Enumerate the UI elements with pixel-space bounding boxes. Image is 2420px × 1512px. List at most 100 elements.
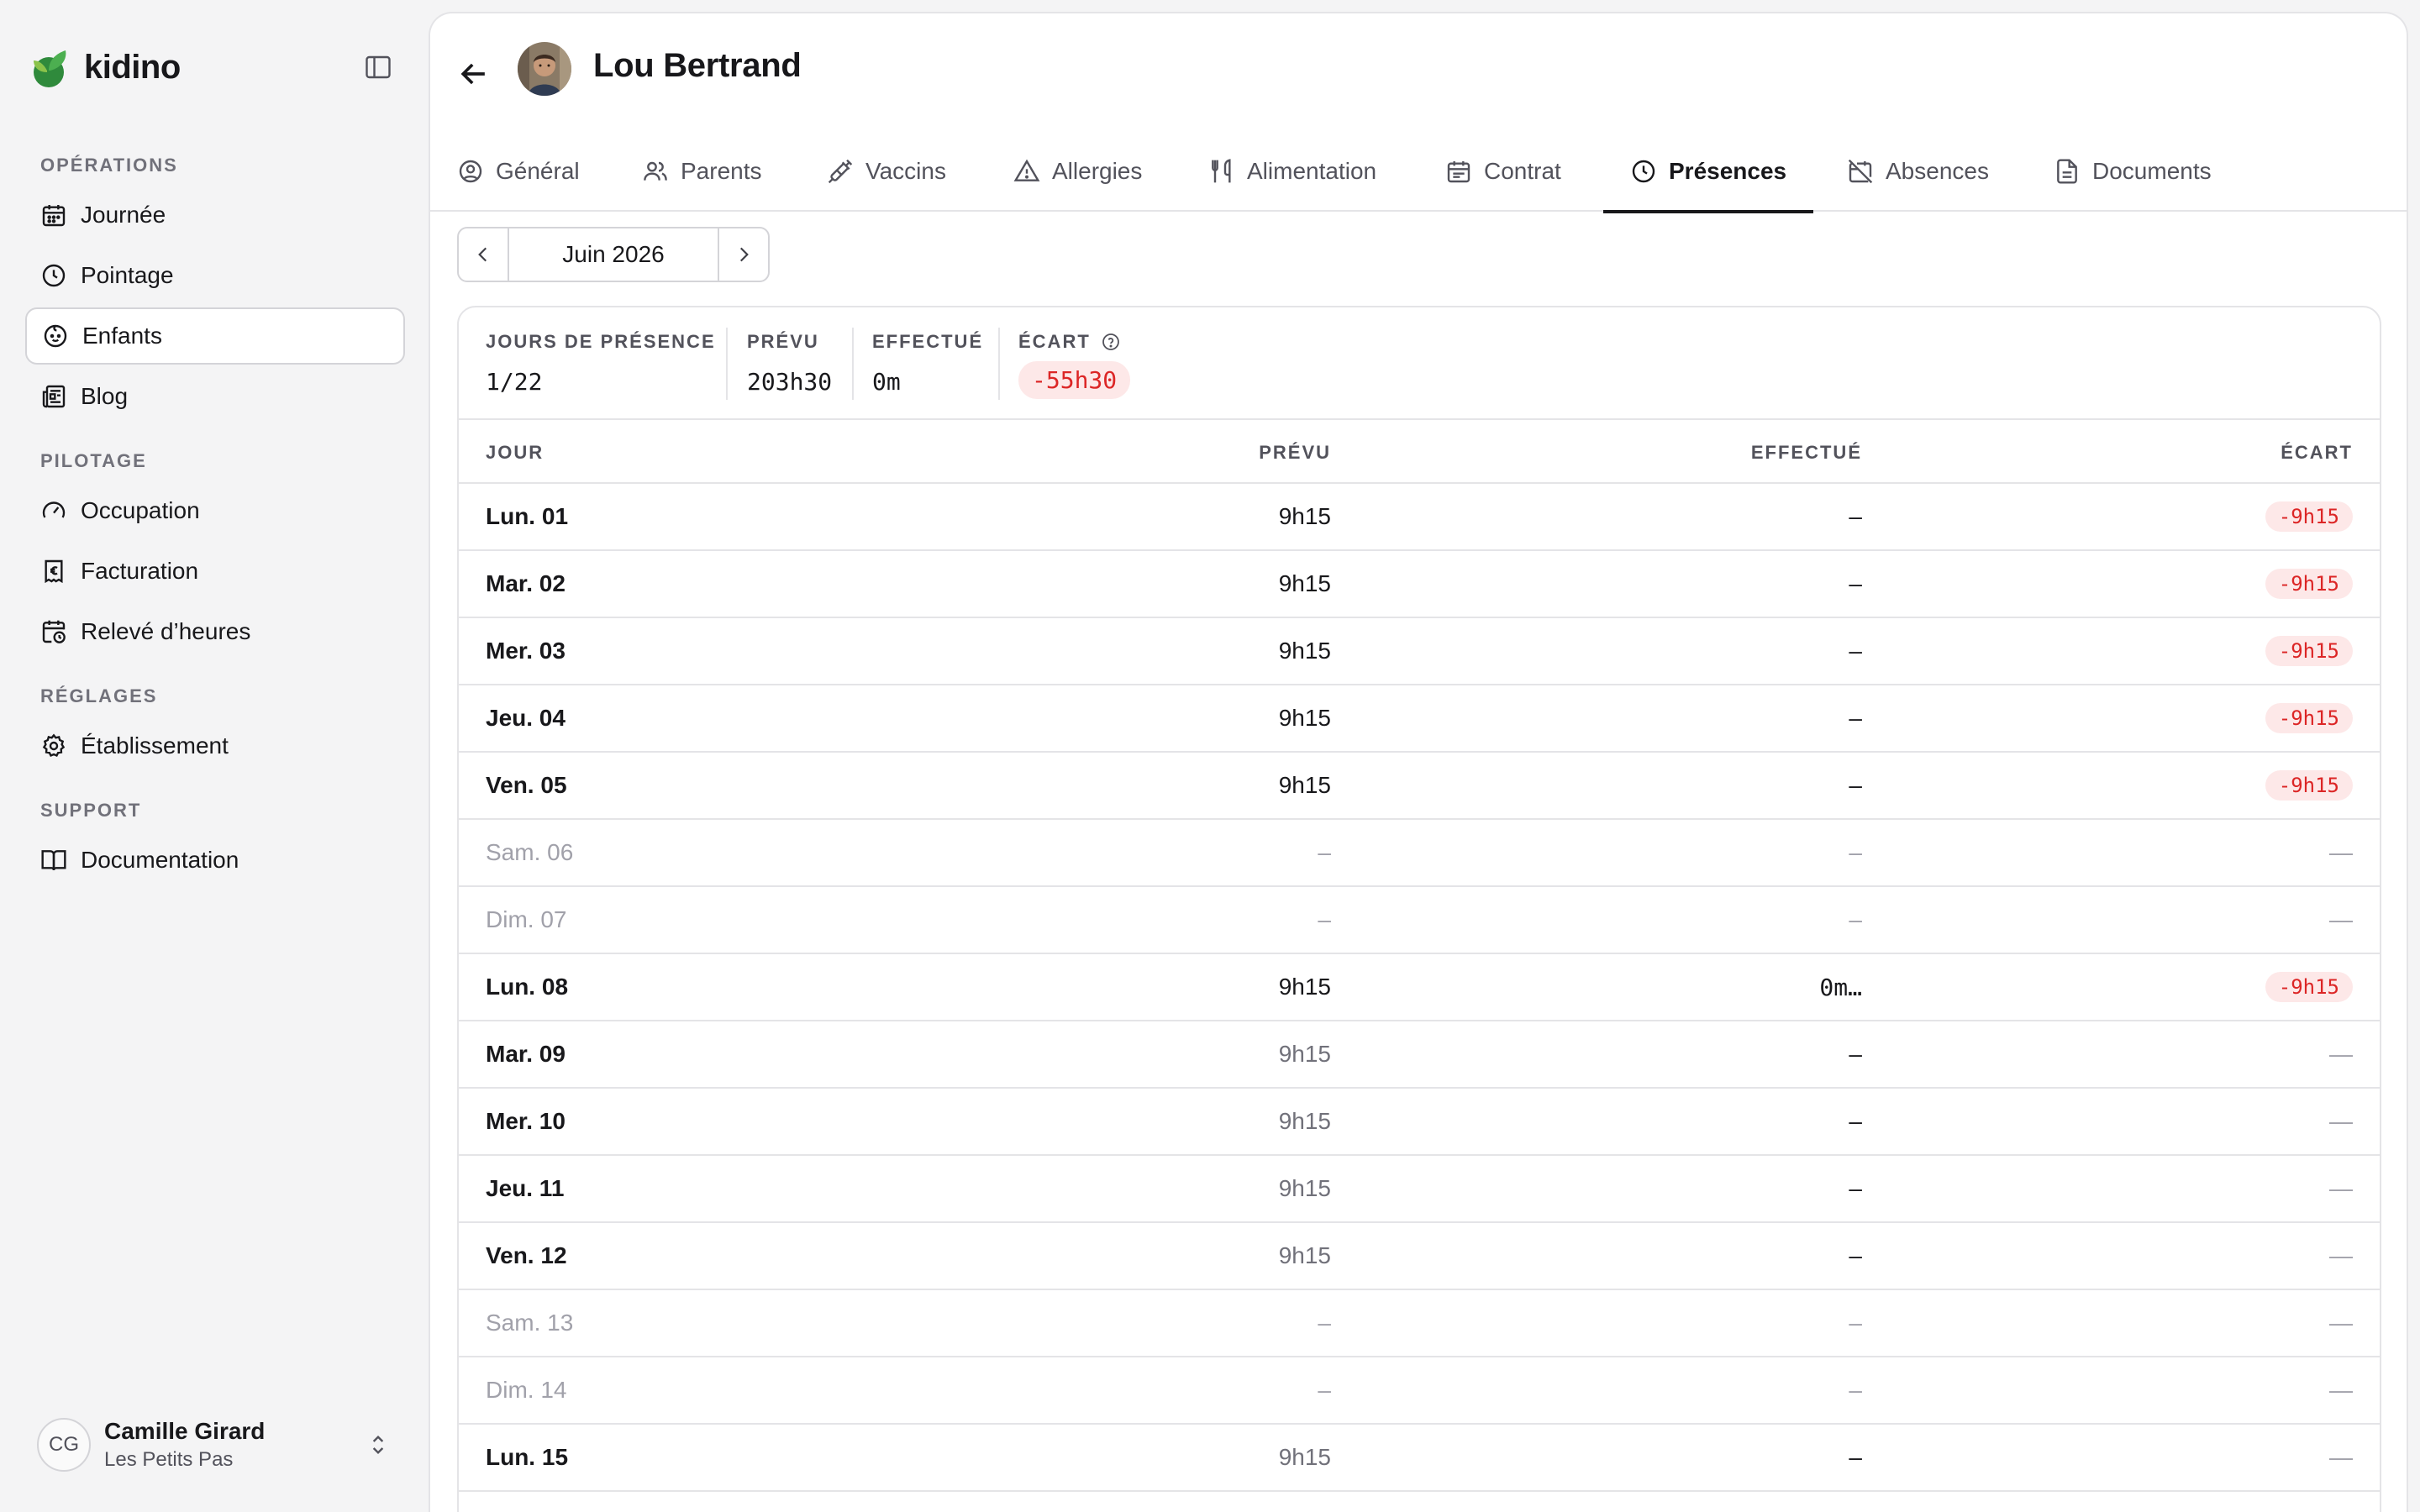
tab-label: Absences — [1886, 158, 1989, 184]
tab-parents[interactable]: Parents — [642, 131, 762, 212]
cell-ecart-text: — — [2329, 906, 2353, 932]
sidebar-item-etablissement[interactable]: Établissement — [25, 717, 405, 774]
table-row[interactable]: Jeu. 04 9h15 – -9h15 — [459, 685, 2380, 753]
cell-prevu: 9h15 — [1279, 753, 1331, 818]
table-row[interactable]: Dim. 07 – – — — [459, 887, 2380, 954]
table-row[interactable]: Sam. 06 – – — — [459, 820, 2380, 887]
column-header-prevu: PRÉVU — [1259, 442, 1331, 463]
table-row[interactable]: Mer. 03 9h15 – -9h15 — [459, 618, 2380, 685]
cell-day: Mer. 03 — [486, 618, 566, 684]
stat-label: PRÉVU — [747, 331, 819, 352]
next-month-button[interactable] — [719, 228, 768, 281]
sidebar-item-releve-heures[interactable]: Relevé d’heures — [25, 603, 405, 660]
cell-prevu-text: – — [1318, 906, 1331, 932]
table-row[interactable]: Dim. 14 – – — — [459, 1357, 2380, 1425]
previous-month-button[interactable] — [459, 228, 508, 281]
tab-documents[interactable]: Documents — [2054, 131, 2212, 212]
cell-day-text: Mer. 03 — [486, 638, 566, 664]
negative-badge: -9h15 — [2265, 972, 2353, 1002]
sidebar-item-label: Facturation — [81, 558, 199, 584]
table-row[interactable]: Lun. 15 9h15 – — — [459, 1425, 2380, 1492]
table-row[interactable]: Mar. 09 9h15 – — — [459, 1021, 2380, 1089]
cell-prevu: 9h15 — [1279, 1089, 1331, 1154]
table-row[interactable]: Lun. 01 9h15 – -9h15 — [459, 484, 2380, 551]
sidebar-item-pointage[interactable]: Pointage — [25, 247, 405, 304]
back-arrow-icon[interactable] — [455, 55, 492, 92]
table-row[interactable]: Ven. 12 9h15 – — — [459, 1223, 2380, 1290]
tab-vaccins[interactable]: Vaccins — [827, 131, 946, 212]
section-title-reglages: RÉGLAGES — [40, 685, 158, 706]
cell-day: Sam. 06 — [486, 820, 573, 885]
help-circle-icon[interactable] — [1101, 332, 1121, 352]
users-icon — [644, 161, 667, 181]
table-row[interactable] — [459, 1492, 2380, 1512]
cell-prevu: 9h15 — [1279, 1156, 1331, 1221]
stats-summary: JOURS DE PRÉSENCE 1/22 PRÉVU 203h30 EFFE… — [459, 307, 2380, 420]
cell-effectue: – — [1849, 1357, 1862, 1423]
cell-prevu-text: 9h15 — [1278, 974, 1331, 1000]
tab-label: Alimentation — [1247, 158, 1377, 184]
tab-absences[interactable]: Absences — [1847, 131, 1989, 212]
clock-icon — [42, 264, 66, 287]
cell-ecart: — — [2329, 1223, 2353, 1289]
cell-prevu: 9h15 — [1279, 551, 1331, 617]
user-circle-icon — [459, 160, 482, 183]
cell-day-text: Mar. 09 — [486, 1041, 566, 1067]
cell-effectue: 0m… — [1819, 954, 1862, 1020]
file-icon — [2057, 159, 2077, 184]
tab-allergies[interactable]: Allergies — [1013, 131, 1142, 212]
sidebar: kidino OPÉRATIONS Journée Pointage Enfan… — [0, 0, 429, 1512]
cell-day-text: Sam. 13 — [486, 1310, 574, 1336]
cell-prevu-text: – — [1318, 1377, 1331, 1403]
newspaper-icon — [42, 385, 66, 408]
cell-day-text: Lun. 15 — [486, 1444, 569, 1470]
sidebar-item-facturation[interactable]: Facturation — [25, 543, 405, 600]
cell-ecart-text: — — [2329, 1108, 2353, 1134]
sidebar-item-documentation[interactable]: Documentation — [25, 832, 405, 889]
negative-badge: -9h15 — [2265, 770, 2353, 801]
negative-badge: -55h30 — [1018, 361, 1131, 399]
child-photo-icon — [518, 42, 571, 96]
sidebar-item-occupation[interactable]: Occupation — [25, 482, 405, 539]
table-body: Lun. 01 9h15– -9h15 Mar. 02 9h15– -9h15 Mer. 0… — [459, 484, 2380, 1512]
sidebar-item-label: Documentation — [81, 847, 239, 873]
cell-ecart-text: — — [2329, 1444, 2353, 1470]
table-row[interactable]: Jeu. 11 9h15 – — — [459, 1156, 2380, 1223]
user-name: Camille Girard — [104, 1418, 266, 1444]
current-month-label[interactable]: Juin 2026 — [508, 228, 719, 281]
user-menu[interactable]: CG Camille Girard Les Petits Pas — [25, 1411, 405, 1478]
cell-effectue-text: – — [1849, 1175, 1862, 1201]
table-row[interactable]: Sam. 13 – – — — [459, 1290, 2380, 1357]
sidebar-item-journee[interactable]: Journée — [25, 186, 405, 244]
stat-ecart: ÉCART -55h30 — [1018, 331, 1131, 399]
table-row[interactable]: Mer. 10 9h15 – — — [459, 1089, 2380, 1156]
sidebar-item-blog[interactable]: Blog — [25, 368, 405, 425]
cell-day-text: Lun. 08 — [486, 974, 569, 1000]
cell-ecart: -9h15 — [2265, 484, 2353, 549]
table-row[interactable]: Mar. 02 9h15 – -9h15 — [459, 551, 2380, 618]
tab-alimentation[interactable]: Alimentation — [1208, 131, 1376, 212]
section-title-support: SUPPORT — [40, 800, 142, 821]
cell-ecart: — — [2329, 820, 2353, 885]
cell-ecart-text: — — [2329, 1242, 2353, 1268]
tab-contrat[interactable]: Contrat — [1445, 131, 1561, 212]
warning-icon — [1013, 159, 1040, 181]
tab-general[interactable]: Général — [457, 131, 580, 212]
stat-effectue: EFFECTUÉ 0m — [872, 331, 983, 396]
cell-effectue-text: – — [1849, 772, 1862, 798]
cell-prevu: 9h15 — [1279, 484, 1331, 549]
cell-ecart: — — [2329, 1290, 2353, 1356]
tab-label: Contrat — [1484, 158, 1561, 184]
cell-ecart-text: — — [2329, 1377, 2353, 1403]
cell-prevu-text: 9h15 — [1278, 1175, 1331, 1201]
calendar-clock-icon — [42, 620, 66, 643]
cell-day: Dim. 14 — [486, 1357, 566, 1423]
sidebar-toggle-icon[interactable] — [363, 52, 393, 82]
negative-badge: -9h15 — [2265, 569, 2353, 599]
table-row[interactable]: Lun. 08 9h15 0m… -9h15 — [459, 954, 2380, 1021]
sidebar-item-enfants[interactable]: Enfants — [25, 307, 405, 365]
tab-presences[interactable]: Présences — [1602, 131, 1814, 213]
brand[interactable]: kidino — [32, 44, 181, 91]
table-row[interactable]: Ven. 05 9h15 – -9h15 — [459, 753, 2380, 820]
cell-prevu: 9h15 — [1279, 685, 1331, 751]
